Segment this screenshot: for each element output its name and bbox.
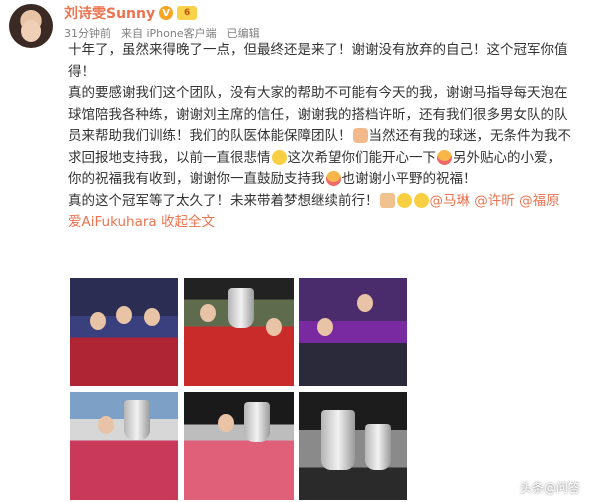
post-text: 也谢谢小平野的祝福！ <box>341 171 477 187</box>
post-text: 这次希望你们能开心一下 <box>287 149 437 166</box>
post-text: 真的这个冠军等了太久了！未来带着梦想继续前行！ <box>68 192 379 209</box>
person-face <box>357 294 373 312</box>
collapse-text-link[interactable]: 收起全文 <box>161 214 215 230</box>
trophy-icon <box>228 288 254 328</box>
person-face <box>144 308 160 326</box>
person-face <box>317 318 333 336</box>
mention-xuxin[interactable]: @许昕 <box>474 193 515 209</box>
post-paragraph-2: 真的要感谢我们这个团队，没有大家的帮助不可能有今天的我，谢谢马指导每天泡在球馆陪… <box>68 83 573 191</box>
trophy-icon <box>124 400 150 440</box>
post-paragraph-3: 真的这个冠军等了太久了！未来带着梦想继续前行！ @马琳 @许昕 @福原爱AiFuk… <box>68 191 573 234</box>
smile-emoji-icon <box>413 192 429 208</box>
clap-emoji-icon <box>352 128 368 143</box>
kiss-emoji-icon <box>325 171 341 186</box>
post-photo[interactable] <box>70 278 178 386</box>
level-badge: 6 <box>177 6 198 20</box>
post-photo[interactable] <box>184 392 294 500</box>
trophy-icon <box>365 424 391 470</box>
person-face <box>98 416 114 434</box>
verified-icon: V <box>159 6 174 20</box>
avatar[interactable] <box>9 4 53 48</box>
post-photo[interactable] <box>299 392 407 500</box>
post-photo[interactable] <box>70 392 178 500</box>
post-source: 来自 iPhone客户端 <box>121 27 217 40</box>
post-paragraph-1: 十年了，虽然来得晚了一点，但最终还是来了！谢谢没有放弃的自己！这个冠军你值得！ <box>68 42 568 80</box>
post-time[interactable]: 31分钟前 <box>64 25 111 41</box>
muscle-emoji-icon <box>379 192 395 208</box>
mention-malin[interactable]: @马琳 <box>430 193 471 209</box>
laugh-emoji-icon <box>271 149 287 165</box>
person-face <box>200 304 216 322</box>
trophy-icon <box>244 402 270 442</box>
post-photo[interactable] <box>299 278 407 386</box>
user-header: 刘诗雯Sunny V 6 <box>64 3 198 23</box>
person-face <box>90 312 106 330</box>
person-face <box>266 318 282 336</box>
smile-emoji-icon <box>396 192 412 208</box>
post-photo[interactable] <box>184 278 294 386</box>
watermark-text: 头条@问答 <box>519 481 580 495</box>
edited-label: 已编辑 <box>226 27 260 40</box>
watermark: 头条@问答 <box>501 479 580 496</box>
toutiao-logo-icon <box>501 480 516 495</box>
person-face <box>218 414 234 432</box>
username[interactable]: 刘诗雯Sunny <box>64 3 155 23</box>
kiss-emoji-icon <box>437 149 452 165</box>
trophy-icon <box>321 410 355 470</box>
post-body: 十年了，虽然来得晚了一点，但最终还是来了！谢谢没有放弃的自己！这个冠军你值得！ … <box>68 40 573 234</box>
person-face <box>116 306 132 324</box>
post-meta: 31分钟前 来自 iPhone客户端 已编辑 <box>64 25 260 41</box>
